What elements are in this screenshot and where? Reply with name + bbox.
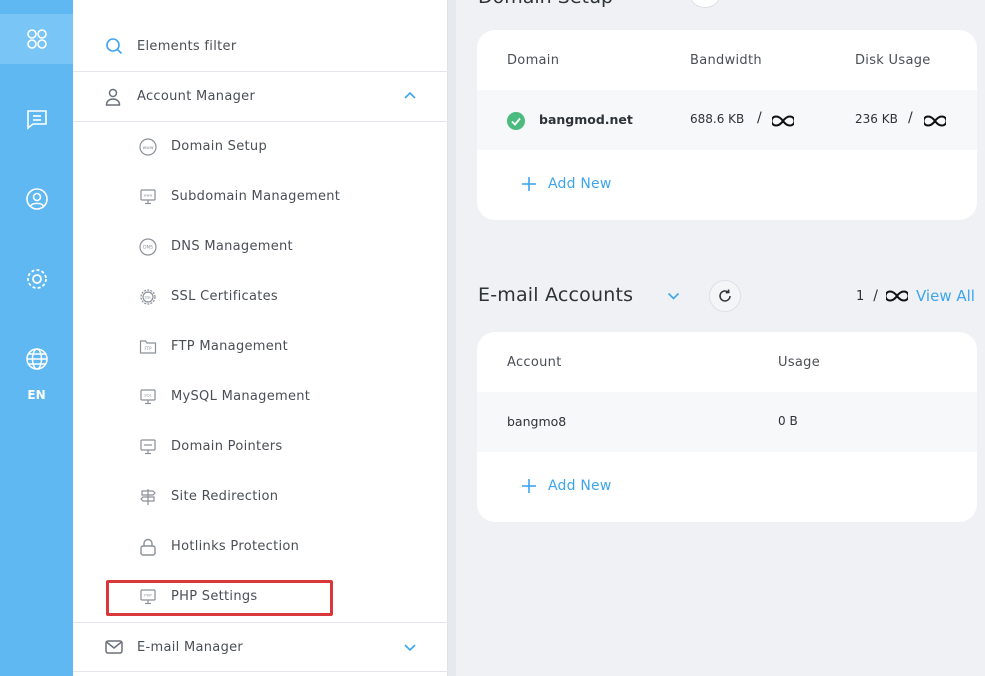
chevron-down-icon[interactable] xyxy=(667,292,680,301)
domain-setup-title: Domain Setup xyxy=(478,0,613,8)
signpost-icon xyxy=(140,489,156,505)
lock-icon xyxy=(140,538,156,556)
sidebar-item-domain-setup[interactable]: www Domain Setup xyxy=(73,122,448,172)
check-circle-icon xyxy=(507,112,525,130)
bandwidth-separator: / xyxy=(757,110,762,126)
chevron-up-icon[interactable] xyxy=(404,91,416,99)
sidebar-item-label: MySQL Management xyxy=(171,389,311,404)
envelope-icon xyxy=(105,640,123,654)
sidebar-item-hotlinks-protection[interactable]: Hotlinks Protection xyxy=(73,522,448,572)
domain-link[interactable]: bangmod.net xyxy=(539,112,633,127)
add-new-email-button[interactable]: Add New xyxy=(520,477,612,495)
sidebar-item-label: Site Redirection xyxy=(171,489,279,504)
domain-setup-toggle[interactable] xyxy=(690,0,720,8)
column-header-bandwidth[interactable]: Bandwidth xyxy=(690,53,762,68)
column-header-usage[interactable]: Usage xyxy=(778,355,820,370)
php-settings-highlight xyxy=(106,580,333,616)
user-circle-icon[interactable] xyxy=(0,174,73,224)
account-manager-section[interactable]: Account Manager xyxy=(73,72,448,122)
sidebar-item-domain-pointers[interactable]: Domain Pointers xyxy=(73,422,448,472)
column-header-domain[interactable]: Domain xyxy=(507,53,559,68)
domain-pointer-icon xyxy=(140,439,156,455)
sidebar-item-site-redirection[interactable]: Site Redirection xyxy=(73,472,448,522)
sidebar-item-mysql-management[interactable]: SQL MySQL Management xyxy=(73,372,448,422)
infinity-icon xyxy=(886,290,908,302)
add-new-label: Add New xyxy=(548,478,612,494)
add-new-domain-button[interactable]: Add New xyxy=(520,175,612,193)
filter-placeholder: Elements filter xyxy=(137,39,237,54)
email-manager-label: E-mail Manager xyxy=(137,640,244,655)
mysql-icon: SQL xyxy=(140,389,156,405)
svg-text:DNS: DNS xyxy=(143,245,153,251)
email-accounts-card: Account Usage bangmo8 0 B Add New xyxy=(477,332,977,522)
sidebar-item-label: Hotlinks Protection xyxy=(171,539,300,554)
sidebar-item-ftp-management[interactable]: FTP FTP Management xyxy=(73,322,448,372)
message-icon[interactable] xyxy=(0,94,73,144)
icon-rail: EN xyxy=(0,0,73,676)
settings-gear-icon[interactable] xyxy=(0,254,73,304)
language-label[interactable]: EN xyxy=(0,388,73,402)
apps-icon[interactable] xyxy=(0,14,73,64)
plus-icon xyxy=(522,177,536,191)
column-header-disk-usage[interactable]: Disk Usage xyxy=(855,53,931,68)
disk-separator: / xyxy=(908,110,913,126)
email-manager-section[interactable]: E-mail Manager xyxy=(73,622,448,672)
sidebar-item-dns-management[interactable]: DNS DNS Management xyxy=(73,222,448,272)
add-new-label: Add New xyxy=(548,176,612,192)
email-count-separator: / xyxy=(873,288,878,304)
domain-setup-card: Domain Bandwidth Disk Usage bangmod.net … xyxy=(477,30,977,220)
subdomain-icon: www xyxy=(140,189,156,205)
table-row[interactable]: bangmo8 0 B xyxy=(477,392,977,452)
sidebar-item-label: Subdomain Management xyxy=(171,189,341,204)
email-accounts-title: E-mail Accounts xyxy=(478,284,634,306)
account-name[interactable]: bangmo8 xyxy=(507,414,566,429)
bandwidth-value: 688.6 KB xyxy=(690,112,745,126)
email-account-count: 1 / xyxy=(856,288,908,304)
panel-divider xyxy=(448,0,456,676)
person-icon xyxy=(105,88,121,106)
ftp-folder-icon: FTP xyxy=(139,340,157,354)
table-row[interactable]: bangmod.net 688.6 KB / 236 KB / xyxy=(477,90,977,150)
sidebar-item-label: DNS Management xyxy=(171,239,293,254)
refresh-button[interactable] xyxy=(709,280,741,312)
sidebar-item-ssl-certificates[interactable]: SSL SSL Certificates xyxy=(73,272,448,322)
sidebar-item-label: Domain Setup xyxy=(171,139,268,154)
view-all-link[interactable]: View All xyxy=(916,287,975,305)
sidebar-item-label: Domain Pointers xyxy=(171,439,283,454)
disk-usage-value: 236 KB xyxy=(855,112,898,126)
chevron-down-icon[interactable] xyxy=(404,644,416,652)
infinity-icon xyxy=(924,115,946,127)
dns-icon: DNS xyxy=(139,238,157,256)
elements-filter[interactable]: Elements filter xyxy=(73,22,448,72)
svg-text:SSL: SSL xyxy=(145,295,153,300)
svg-text:FTP: FTP xyxy=(144,346,152,351)
column-header-account[interactable]: Account xyxy=(507,355,562,370)
ssl-badge-icon: SSL xyxy=(140,289,156,305)
account-usage: 0 B xyxy=(778,414,798,428)
svg-text:www: www xyxy=(142,146,153,151)
plus-icon xyxy=(522,479,536,493)
sidebar-item-label: SSL Certificates xyxy=(171,289,278,304)
search-icon xyxy=(106,38,123,55)
www-icon: www xyxy=(139,138,157,156)
sidebar-panel: Elements filter Account Manager www Doma… xyxy=(73,0,448,676)
svg-text:www: www xyxy=(144,194,153,198)
svg-text:SQL: SQL xyxy=(144,393,152,398)
sidebar-item-subdomain-management[interactable]: www Subdomain Management xyxy=(73,172,448,222)
email-count-value: 1 xyxy=(856,288,865,304)
refresh-icon xyxy=(719,289,731,302)
account-manager-label: Account Manager xyxy=(137,89,256,104)
infinity-icon xyxy=(772,115,794,127)
sidebar-item-label: FTP Management xyxy=(171,339,288,354)
globe-icon[interactable] xyxy=(0,334,73,384)
